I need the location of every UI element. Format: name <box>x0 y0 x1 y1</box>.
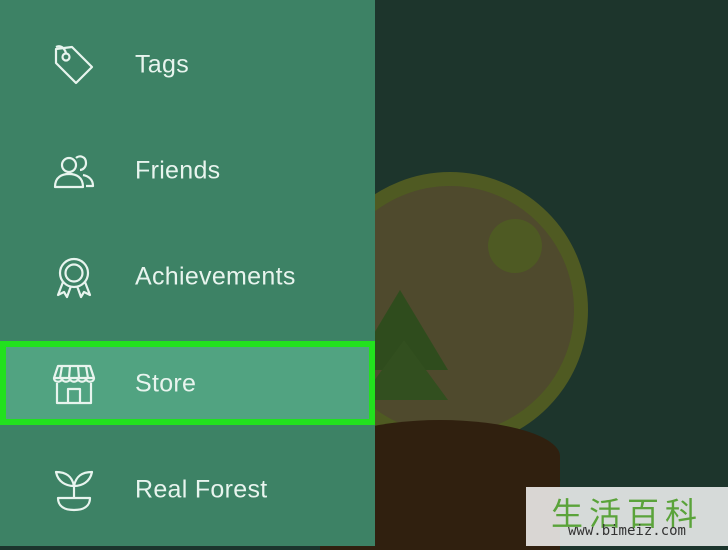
menu-item-label: Achievements <box>135 262 296 291</box>
menu-item-label: Tags <box>135 50 190 79</box>
achievement-ribbon-icon <box>52 255 96 299</box>
watermark: 生活百科 www.bimeiz.com <box>526 487 728 546</box>
storefront-icon <box>52 362 96 406</box>
friends-icon <box>52 149 96 193</box>
menu-item-real-forest[interactable]: Real Forest <box>0 447 375 533</box>
tag-icon <box>52 43 96 87</box>
menu-item-tags[interactable]: Tags <box>0 22 375 108</box>
menu-item-store[interactable]: Store <box>0 341 375 427</box>
side-menu: Tags Friends Achievements Store Real For… <box>0 0 375 546</box>
menu-item-label: Friends <box>135 156 221 185</box>
watermark-url: www.bimeiz.com <box>567 523 686 539</box>
menu-item-label: Store <box>135 369 197 398</box>
menu-item-label: Real Forest <box>135 475 268 504</box>
menu-item-friends[interactable]: Friends <box>0 128 375 214</box>
sprout-icon <box>52 468 96 512</box>
timer-slider-knob[interactable] <box>488 219 542 273</box>
menu-item-achievements[interactable]: Achievements <box>0 234 375 320</box>
